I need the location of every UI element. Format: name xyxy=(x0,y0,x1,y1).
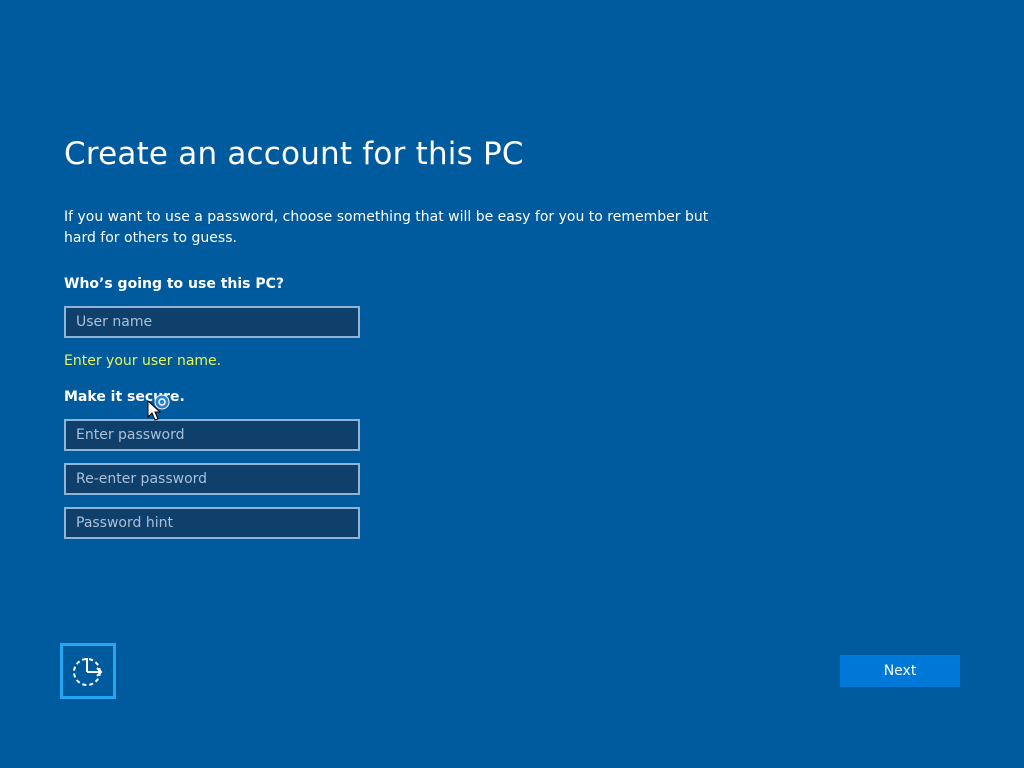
ease-of-access-icon xyxy=(73,658,103,686)
username-field[interactable] xyxy=(64,306,360,338)
password-hint-field[interactable] xyxy=(64,507,360,539)
ease-of-access-button[interactable] xyxy=(60,643,116,699)
oobe-account-screen: Create an account for this PC If you wan… xyxy=(0,0,1024,768)
username-validation-message: Enter your user name. xyxy=(64,353,222,369)
reenter-password-field[interactable] xyxy=(64,463,360,495)
page-description: If you want to use a password, choose so… xyxy=(64,209,709,246)
password-field[interactable] xyxy=(64,419,360,451)
who-label: Who’s going to use this PC? xyxy=(64,276,285,292)
next-button[interactable]: Next xyxy=(840,655,960,687)
page-title: Create an account for this PC xyxy=(64,136,524,172)
secure-label: Make it secure. xyxy=(64,389,185,405)
